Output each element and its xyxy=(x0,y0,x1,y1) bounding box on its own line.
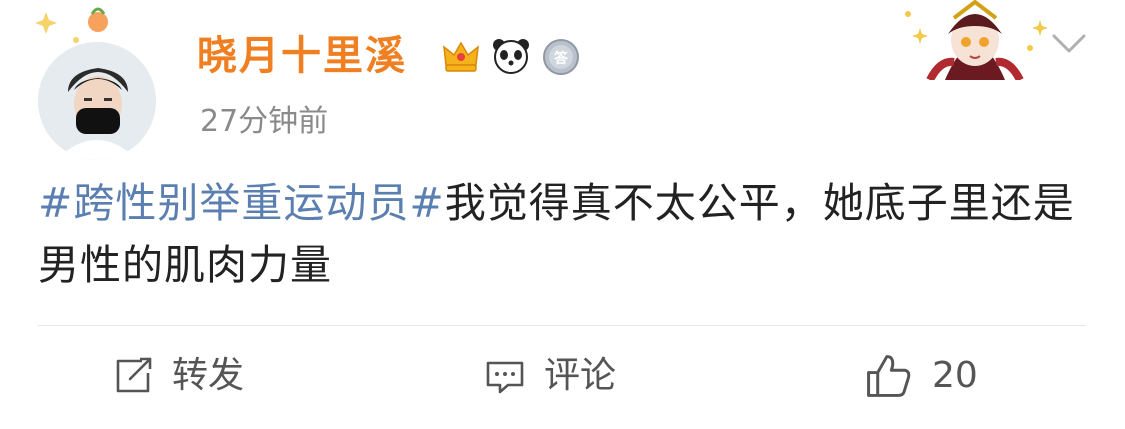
thumbs-up-icon xyxy=(867,355,911,397)
comment-icon xyxy=(486,361,524,394)
username[interactable]: 晓月十里溪 xyxy=(197,28,407,84)
card-decoration-image xyxy=(905,0,1048,80)
crown-icon[interactable] xyxy=(440,35,482,77)
topic-link[interactable]: #跨性别举重运动员# xyxy=(38,179,445,227)
avatar-pendant-decoration xyxy=(36,7,108,43)
repost-icon xyxy=(116,357,152,393)
avatar-image xyxy=(38,42,156,160)
weibo-post-card: 晓月十里溪 答 27分钟前 #跨性别举重运动员#我觉得真不太公平，她底子里还是男… xyxy=(0,0,1125,429)
comment-button[interactable]: 评论 xyxy=(484,345,616,407)
repost-label: 转发 xyxy=(172,355,245,396)
user-badges: 答 xyxy=(440,32,582,80)
like-button[interactable]: 20 xyxy=(862,345,978,407)
divider xyxy=(38,325,1086,326)
avatar[interactable] xyxy=(38,42,156,160)
answer-medal-icon[interactable]: 答 xyxy=(540,35,582,77)
repost-button[interactable]: 转发 xyxy=(112,345,244,407)
post-content: #跨性别举重运动员#我觉得真不太公平，她底子里还是男性的肌肉力量 xyxy=(38,172,1088,296)
chevron-down-icon[interactable] xyxy=(1048,26,1090,62)
like-count: 20 xyxy=(932,355,978,396)
panda-icon[interactable] xyxy=(490,35,532,77)
post-timestamp: 27分钟前 xyxy=(200,104,329,139)
svg-text:答: 答 xyxy=(554,50,569,67)
comment-label: 评论 xyxy=(544,355,617,396)
